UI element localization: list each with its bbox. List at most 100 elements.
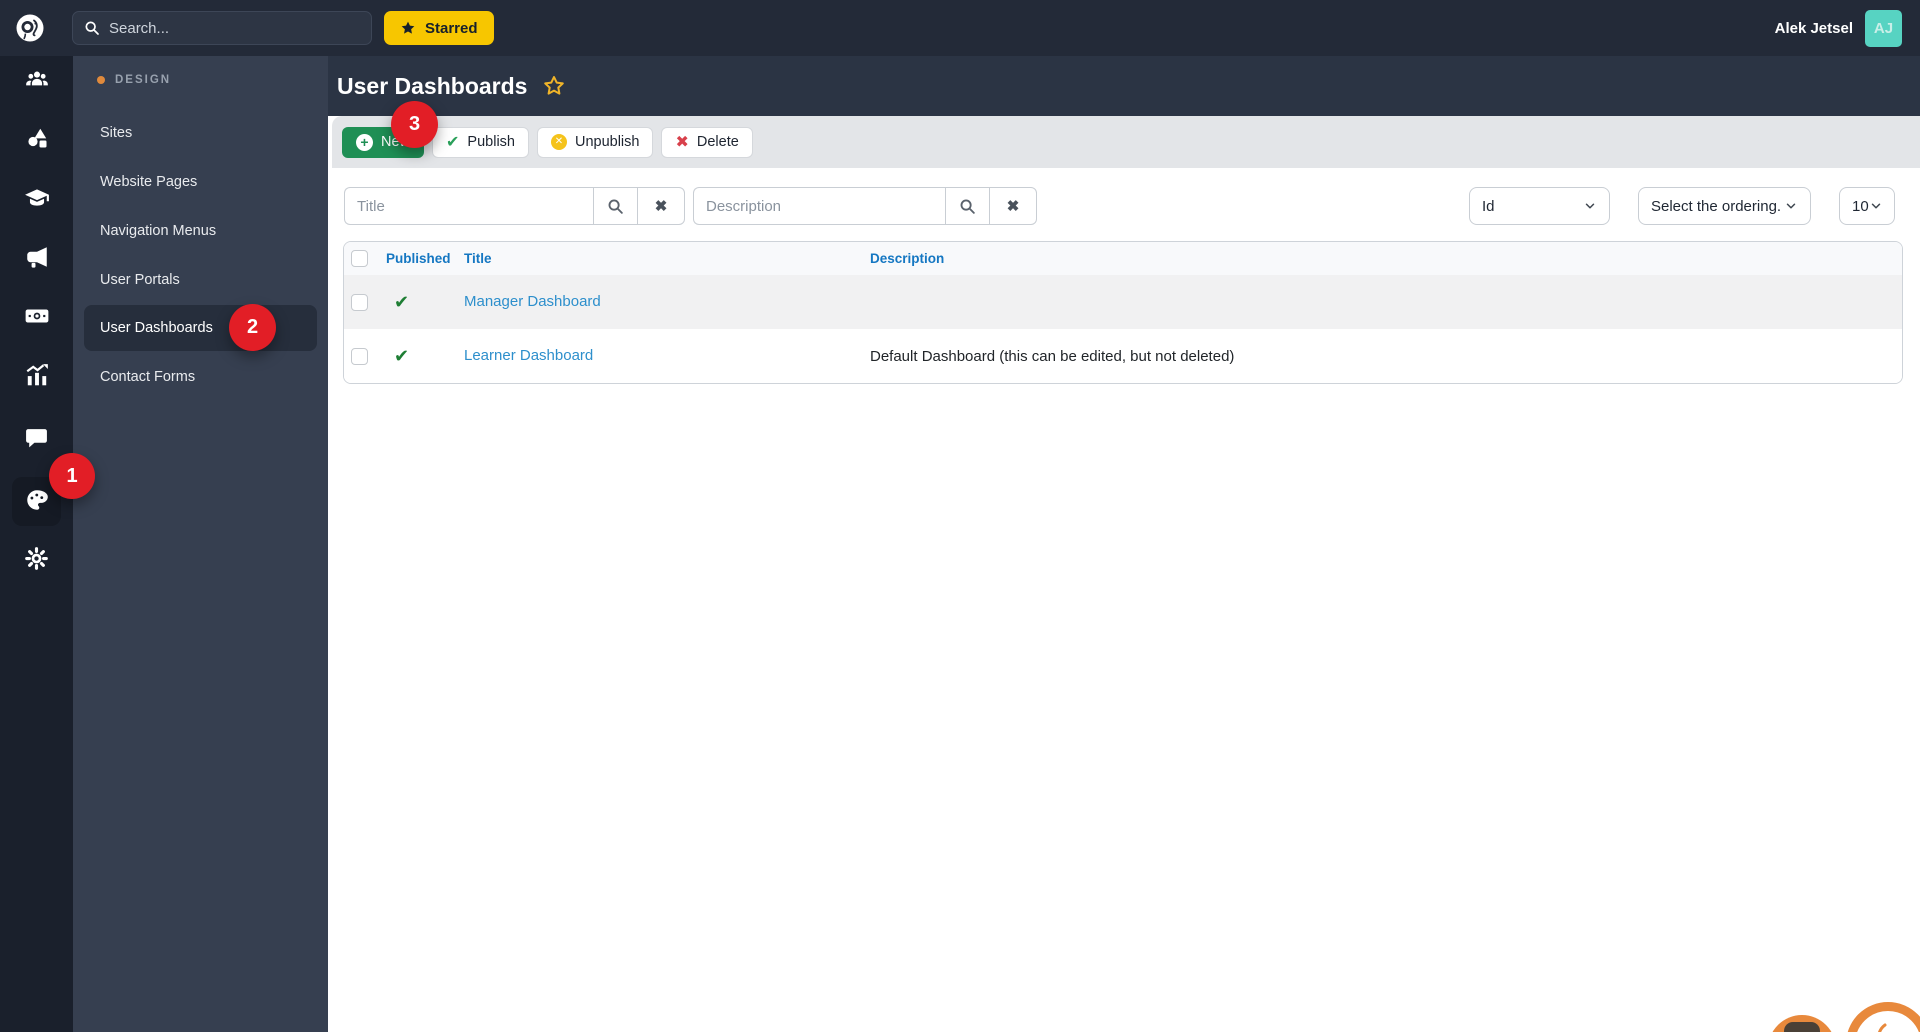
x-icon: ✖ [675, 134, 689, 151]
star-filled-icon [400, 20, 416, 36]
table-row: ✔ Manager Dashboard [344, 275, 1902, 329]
sidebar-item-label: User Portals [100, 272, 180, 288]
rail-item-billing[interactable] [0, 296, 73, 340]
page-title: User Dashboards [337, 72, 528, 99]
row-checkbox[interactable] [351, 293, 368, 311]
sidebar-item-label: User Dashboards [100, 320, 213, 336]
section-label: DESIGN [115, 74, 172, 86]
favorite-star-icon[interactable] [542, 74, 566, 98]
rail-item-content[interactable] [0, 118, 73, 162]
chart-icon [24, 362, 50, 393]
dashboard-link[interactable]: Manager Dashboard [464, 293, 601, 310]
chevron-down-icon [1869, 199, 1883, 213]
page-header: User Dashboards [328, 56, 1920, 116]
user-avatar[interactable]: AJ [1865, 9, 1902, 47]
ordering-select[interactable]: Select the ordering. [1638, 187, 1811, 225]
column-header-published[interactable]: Published [380, 251, 464, 266]
sidebar-item-user-portals[interactable]: User Portals [84, 257, 317, 303]
user-name: Alek Jetsel [1774, 19, 1853, 37]
unpublish-button-label: Unpublish [574, 134, 640, 150]
description-filter-group: ✖ [693, 187, 1037, 225]
clear-x-icon: ✖ [654, 198, 668, 215]
dashboard-description: Default Dashboard (this can be edited, b… [870, 347, 1235, 365]
rail-item-marketing[interactable] [0, 237, 73, 281]
design-sidebar: DESIGN Sites Website Pages Navigation Me… [73, 56, 328, 1032]
rail-item-analytics[interactable] [0, 355, 73, 399]
description-clear-button[interactable]: ✖ [989, 187, 1037, 225]
sidebar-item-contact-forms[interactable]: Contact Forms [84, 354, 317, 400]
id-sort-value: Id [1482, 197, 1495, 215]
users-icon [24, 67, 50, 98]
search-icon [959, 198, 976, 215]
title-search-button[interactable] [593, 187, 638, 225]
sidebar-item-sites[interactable]: Sites [84, 110, 317, 156]
filter-row: ✖ ✖ Id Select the ordering. 10 [344, 187, 1895, 225]
description-search-button[interactable] [945, 187, 990, 225]
column-header-title[interactable]: Title [464, 251, 870, 266]
delete-button[interactable]: ✖ Delete [661, 126, 753, 158]
shapes-icon [25, 126, 49, 155]
dashboards-table: Published Title Description ✔ Manager Da… [343, 241, 1903, 384]
row-checkbox[interactable] [351, 347, 368, 365]
select-all-checkbox[interactable] [351, 250, 368, 267]
table-header-row: Published Title Description [344, 242, 1902, 275]
page-size-select[interactable]: 10 [1839, 187, 1895, 225]
publish-button[interactable]: ✔ Publish [432, 126, 529, 158]
rail-item-learning[interactable] [0, 178, 73, 222]
search-icon [607, 198, 624, 215]
dashboard-link[interactable]: Learner Dashboard [464, 347, 593, 364]
sidebar-section-design: DESIGN [97, 74, 171, 86]
description-filter-input[interactable] [693, 187, 945, 225]
app-window: Starred Alek Jetsel AJ [0, 0, 1920, 1032]
icon-rail [0, 56, 73, 1032]
money-icon [24, 303, 50, 334]
publish-button-label: Publish [467, 134, 515, 150]
global-search [72, 11, 372, 45]
sidebar-item-navigation-menus[interactable]: Navigation Menus [84, 208, 317, 254]
search-icon [84, 20, 100, 36]
unpublish-button[interactable]: ✕ Unpublish [536, 126, 654, 158]
sidebar-item-user-dashboards[interactable]: User Dashboards [84, 305, 317, 351]
graduation-cap-icon [24, 185, 50, 216]
sidebar-item-label: Navigation Menus [100, 223, 217, 239]
chevron-down-icon [1784, 199, 1798, 213]
section-dot-icon [97, 76, 105, 84]
megaphone-icon [24, 244, 50, 275]
elephant-outline-icon [1878, 1023, 1887, 1032]
ordering-value: Select the ordering. [1651, 197, 1782, 215]
starred-button[interactable]: Starred [384, 11, 494, 45]
search-input[interactable] [109, 19, 360, 37]
published-check-icon: ✔ [394, 345, 410, 366]
published-check-icon: ✔ [394, 291, 410, 312]
circle-x-icon: ✕ [550, 134, 567, 150]
id-sort-select[interactable]: Id [1469, 187, 1610, 225]
sidebar-item-website-pages[interactable]: Website Pages [84, 159, 317, 205]
rail-item-settings[interactable] [0, 539, 73, 583]
action-toolbar: + New ✔ Publish ✕ Unpublish ✖ Delete [332, 116, 1920, 168]
sidebar-item-label: Contact Forms [100, 369, 196, 385]
elephant-logo-icon[interactable] [14, 12, 46, 44]
plus-icon: + [356, 133, 373, 151]
delete-button-label: Delete [696, 134, 739, 150]
main-content: User Dashboards + New ✔ Publish ✕ Unpubl… [328, 56, 1920, 1032]
clear-x-icon: ✖ [1006, 198, 1020, 215]
sidebar-item-label: Website Pages [100, 174, 198, 190]
gear-icon [24, 546, 49, 576]
chat-icon [24, 425, 49, 455]
title-clear-button[interactable]: ✖ [637, 187, 685, 225]
column-header-description[interactable]: Description [870, 251, 1902, 266]
title-filter-input[interactable] [344, 187, 593, 225]
chat-bubble-icon [1784, 1022, 1820, 1032]
title-filter-group: ✖ [344, 187, 685, 225]
palette-icon [24, 487, 50, 518]
sidebar-item-label: Sites [100, 125, 133, 141]
step-badge-1: 1 [49, 453, 95, 499]
top-bar: Starred Alek Jetsel AJ [0, 0, 1920, 56]
step-badge-2: 2 [229, 304, 276, 351]
check-icon: ✔ [446, 134, 460, 151]
chevron-down-icon [1583, 199, 1597, 213]
step-badge-3: 3 [391, 101, 438, 148]
page-size-value: 10 [1852, 197, 1869, 215]
starred-label: Starred [425, 19, 478, 37]
rail-item-users[interactable] [0, 60, 73, 104]
